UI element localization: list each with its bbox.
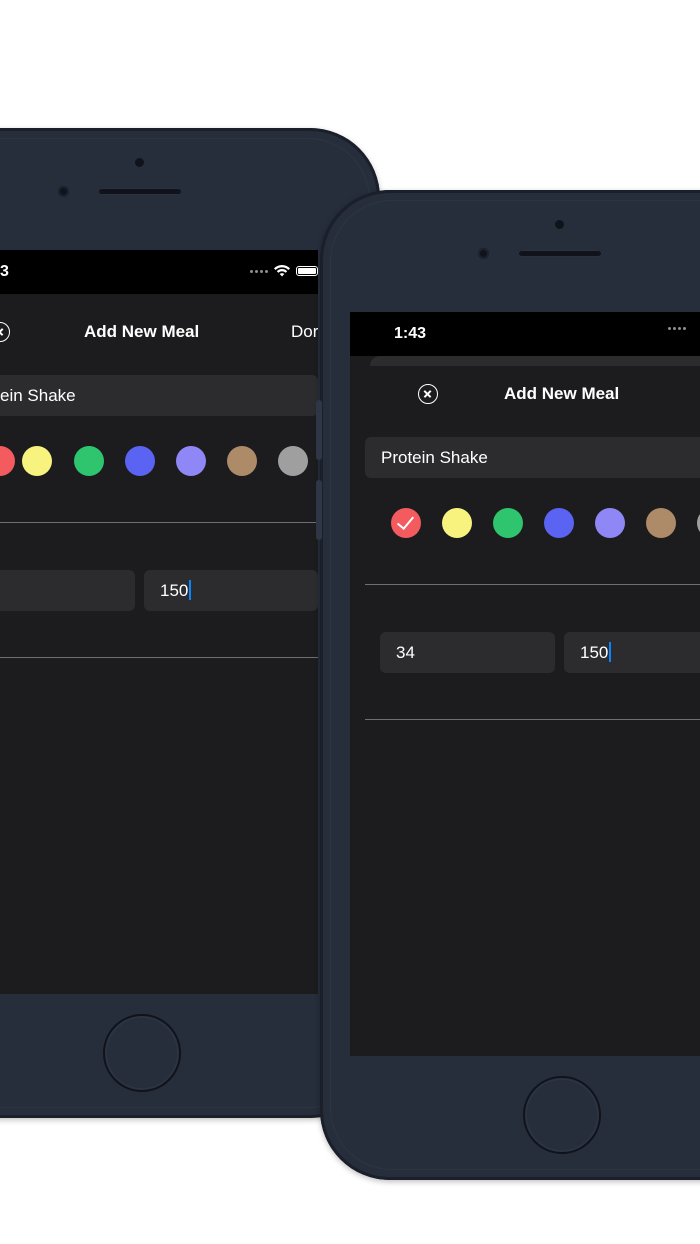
divider [0, 657, 318, 658]
divider [365, 719, 700, 720]
color-swatch-purple[interactable] [595, 508, 625, 538]
meal-name-value: Protein Shake [381, 448, 488, 467]
nav-title: Add New Meal [84, 322, 200, 341]
color-swatch-brown[interactable] [646, 508, 676, 538]
back-phone-sensor [135, 158, 144, 167]
color-swatch-purple[interactable] [176, 446, 206, 476]
front-phone-sheet: Add New Meal Protein Shake 34 150 [350, 366, 700, 1056]
meal-name-value: ein Shake [0, 386, 76, 405]
back-phone-screen: 3 Add New Meal Dor ein Shake 150 [0, 250, 318, 994]
text-caret [189, 580, 192, 600]
front-phone-volume-down [316, 480, 322, 540]
first-number-value: 34 [396, 643, 415, 662]
meal-name-input[interactable]: ein Shake [0, 375, 318, 416]
front-phone-sensor [555, 220, 564, 229]
close-icon[interactable] [418, 384, 438, 404]
status-time: 1:43 [394, 325, 427, 342]
battery-icon [296, 266, 318, 276]
first-number-input[interactable] [0, 570, 135, 611]
signal-icon [250, 269, 268, 273]
front-phone-speaker [518, 250, 602, 257]
status-icons [668, 327, 686, 330]
screenshot-stage: 3 Add New Meal Dor ein Shake 150 1:43 Ad… [0, 0, 700, 1244]
first-number-input[interactable]: 34 [380, 632, 555, 673]
meal-name-input[interactable]: Protein Shake [365, 437, 700, 478]
front-phone-volume-up [316, 400, 322, 460]
color-swatch-yellow[interactable] [442, 508, 472, 538]
second-number-input[interactable]: 150 [564, 632, 700, 673]
divider [365, 584, 700, 585]
second-number-input[interactable]: 150 [144, 570, 318, 611]
front-phone: 1:43 Add New Meal Protein Shake 34 150 [316, 190, 700, 1180]
wifi-icon [274, 265, 290, 277]
front-phone-front-camera [478, 248, 489, 259]
color-swatch-brown[interactable] [227, 446, 257, 476]
second-number-value: 150 [580, 643, 609, 662]
back-phone-home-button[interactable] [103, 1014, 181, 1092]
color-swatch-green[interactable] [74, 446, 104, 476]
color-swatch-yellow[interactable] [22, 446, 52, 476]
color-swatch-blue[interactable] [544, 508, 574, 538]
close-icon[interactable] [0, 322, 10, 342]
done-button[interactable]: Dor [291, 322, 318, 342]
nav-title: Add New Meal [504, 384, 620, 403]
status-icons [250, 265, 318, 277]
signal-icon [668, 327, 686, 330]
second-number-value: 150 [160, 581, 189, 600]
back-phone-sheet: Add New Meal Dor ein Shake 150 [0, 294, 318, 994]
front-phone-home-button[interactable] [523, 1076, 601, 1154]
back-phone-speaker [98, 188, 182, 195]
front-phone-screen: 1:43 Add New Meal Protein Shake 34 150 [350, 312, 700, 1056]
text-caret [609, 642, 612, 662]
color-swatch-gray[interactable] [278, 446, 308, 476]
color-swatch-red[interactable] [391, 508, 421, 538]
color-swatch-blue[interactable] [125, 446, 155, 476]
color-swatch-green[interactable] [493, 508, 523, 538]
color-swatch-red[interactable] [0, 446, 15, 476]
divider [0, 522, 318, 523]
back-phone-front-camera [58, 186, 69, 197]
back-phone-status-bar: 3 [0, 250, 318, 294]
front-phone-status-bar: 1:43 [350, 312, 700, 356]
status-time: 3 [0, 263, 9, 280]
